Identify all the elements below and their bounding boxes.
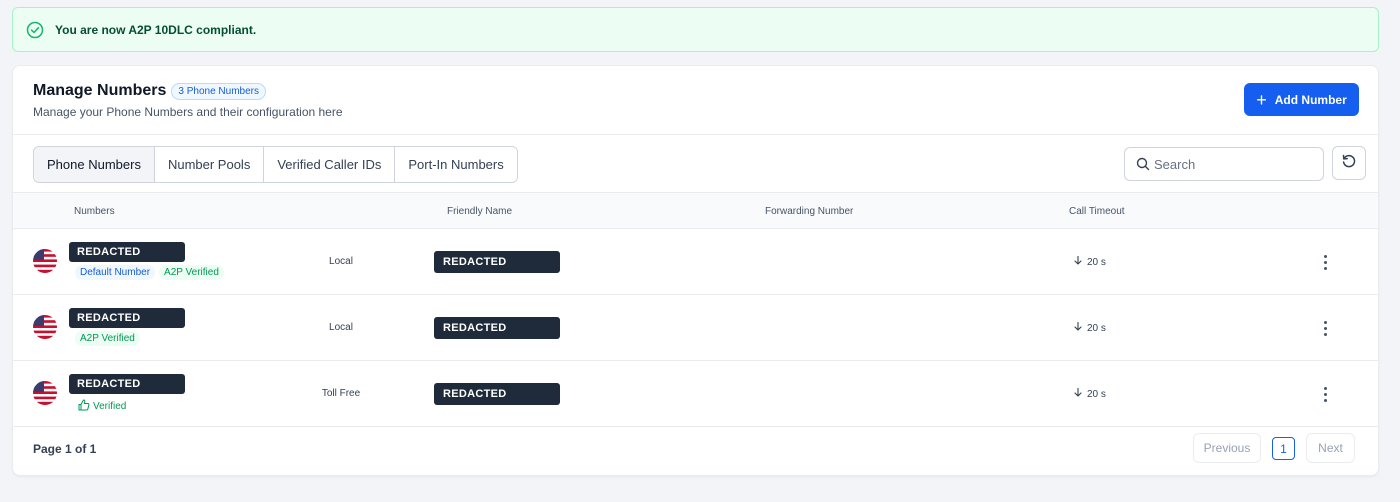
- add-number-label: Add Number: [1274, 92, 1347, 107]
- number-type: Toll Free: [321, 388, 361, 399]
- check-circle-icon: [26, 21, 44, 39]
- refresh-button[interactable]: [1332, 146, 1366, 180]
- phone-number: REDACTED: [69, 374, 185, 394]
- tab-number-pools[interactable]: Number Pools: [154, 147, 265, 182]
- search-icon: [1136, 157, 1150, 171]
- column-forwarding-number: Forwarding Number: [765, 206, 854, 217]
- call-timeout-value: 20 s: [1087, 388, 1106, 400]
- tab-phone-numbers[interactable]: Phone Numbers: [34, 147, 155, 182]
- previous-button[interactable]: Previous: [1193, 433, 1261, 463]
- page-title-text: Manage Numbers: [33, 82, 167, 99]
- search-input[interactable]: [1154, 156, 1314, 172]
- number-tags: Verified: [75, 397, 129, 416]
- search-box[interactable]: [1124, 147, 1324, 181]
- friendly-name: REDACTED: [434, 251, 560, 273]
- verified-badge: Verified: [75, 397, 129, 416]
- column-friendly-name: Friendly Name: [447, 206, 513, 217]
- tab-bar: Phone Numbers Number Pools Verified Call…: [33, 146, 518, 183]
- row-actions-menu-icon[interactable]: [1319, 251, 1331, 273]
- a2p-verified-badge: A2P Verified: [75, 331, 140, 346]
- phone-number: REDACTED: [69, 308, 185, 328]
- arrow-down-icon: [1074, 321, 1082, 334]
- call-timeout-value: 20 s: [1087, 256, 1106, 268]
- page-subtitle: Manage your Phone Numbers and their conf…: [33, 105, 343, 119]
- table-row[interactable]: REDACTED Verified Toll Free REDACTED 20 …: [13, 361, 1378, 427]
- tab-port-in-numbers[interactable]: Port-In Numbers: [395, 147, 517, 182]
- manage-numbers-card: Manage Numbers 3 Phone Numbers Manage yo…: [12, 65, 1379, 476]
- table-header: Numbers Friendly Name Forwarding Number …: [13, 192, 1378, 229]
- compliance-alert: You are now A2P 10DLC compliant.: [12, 7, 1379, 52]
- friendly-name: REDACTED: [434, 383, 560, 405]
- a2p-verified-badge: A2P Verified: [159, 265, 224, 280]
- arrow-down-icon: [1074, 387, 1082, 400]
- page-number-button[interactable]: 1: [1272, 437, 1295, 460]
- column-call-timeout: Call Timeout: [1069, 206, 1125, 217]
- page-info: Page 1 of 1: [33, 442, 97, 456]
- thumbs-up-icon: [78, 399, 90, 414]
- column-numbers: Numbers: [74, 206, 115, 217]
- call-timeout-value: 20 s: [1087, 322, 1106, 334]
- us-flag-icon: [33, 315, 57, 339]
- table-row[interactable]: REDACTED Default Number A2P Verified Loc…: [13, 229, 1378, 295]
- tab-verified-caller-ids[interactable]: Verified Caller IDs: [264, 147, 396, 182]
- alert-message: You are now A2P 10DLC compliant.: [55, 22, 257, 37]
- verified-label: Verified: [93, 401, 127, 412]
- number-type: Local: [329, 256, 353, 267]
- pagination: Page 1 of 1 Previous 1 Next: [13, 425, 1378, 475]
- count-badge: 3 Phone Numbers: [171, 82, 266, 100]
- page-title: Manage Numbers 3 Phone Numbers: [33, 82, 266, 100]
- number-tags: Default Number A2P Verified: [75, 265, 224, 280]
- call-timeout: 20 s: [1074, 255, 1106, 268]
- us-flag-icon: [33, 249, 57, 273]
- row-actions-menu-icon[interactable]: [1319, 317, 1331, 339]
- friendly-name: REDACTED: [434, 317, 560, 339]
- table-row[interactable]: REDACTED A2P Verified Local REDACTED 20 …: [13, 295, 1378, 361]
- phone-number: REDACTED: [69, 242, 185, 262]
- number-type: Local: [329, 322, 353, 333]
- call-timeout: 20 s: [1074, 387, 1106, 400]
- arrow-down-icon: [1074, 255, 1082, 268]
- us-flag-icon: [33, 381, 57, 405]
- row-actions-menu-icon[interactable]: [1319, 383, 1331, 405]
- next-button[interactable]: Next: [1306, 433, 1355, 463]
- default-number-badge: Default Number: [75, 265, 156, 280]
- card-header: Manage Numbers 3 Phone Numbers Manage yo…: [13, 66, 1378, 135]
- refresh-icon: [1341, 153, 1357, 174]
- call-timeout: 20 s: [1074, 321, 1106, 334]
- plus-icon: +: [1256, 89, 1267, 110]
- add-number-button[interactable]: + Add Number: [1244, 83, 1359, 116]
- number-tags: A2P Verified: [75, 331, 140, 346]
